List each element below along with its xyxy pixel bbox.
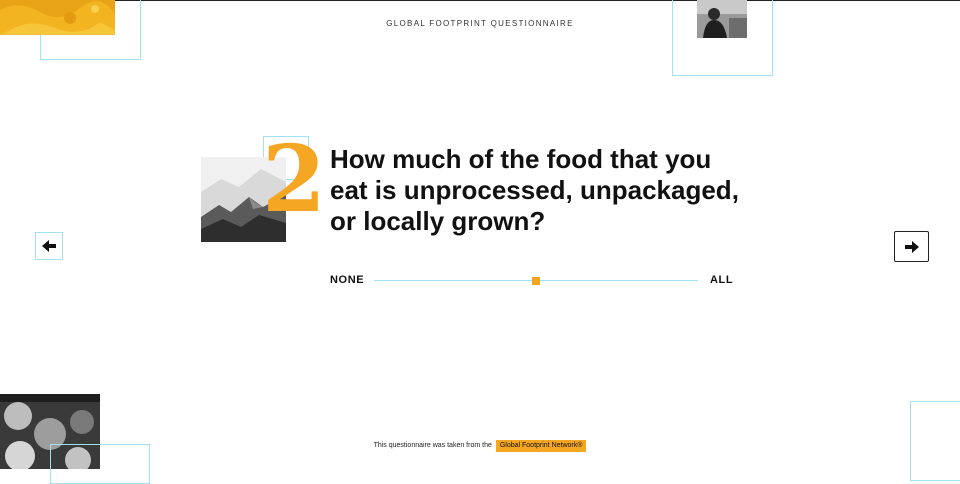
question-text: How much of the food that you eat is unp…	[330, 144, 739, 236]
slider-min-label: NONE	[330, 274, 365, 286]
next-question-button[interactable]	[894, 231, 929, 262]
global-footprint-network-link[interactable]: Global Footprint Network®	[495, 440, 587, 452]
top-border	[0, 0, 960, 1]
question-number: 2	[262, 125, 327, 233]
arrow-right-icon	[904, 240, 919, 253]
arrow-left-icon	[42, 240, 56, 252]
page-title: GLOBAL FOOTPRINT QUESTIONNAIRE	[386, 19, 574, 28]
slider-max-label: ALL	[710, 274, 734, 286]
footer-text: This questionnaire was taken from the	[373, 442, 492, 449]
previous-question-button[interactable]	[35, 232, 63, 260]
slider-thumb[interactable]	[532, 277, 540, 285]
footer: This questionnaire was taken from the Gl…	[0, 440, 960, 452]
decorative-photo-yellow	[0, 0, 115, 35]
